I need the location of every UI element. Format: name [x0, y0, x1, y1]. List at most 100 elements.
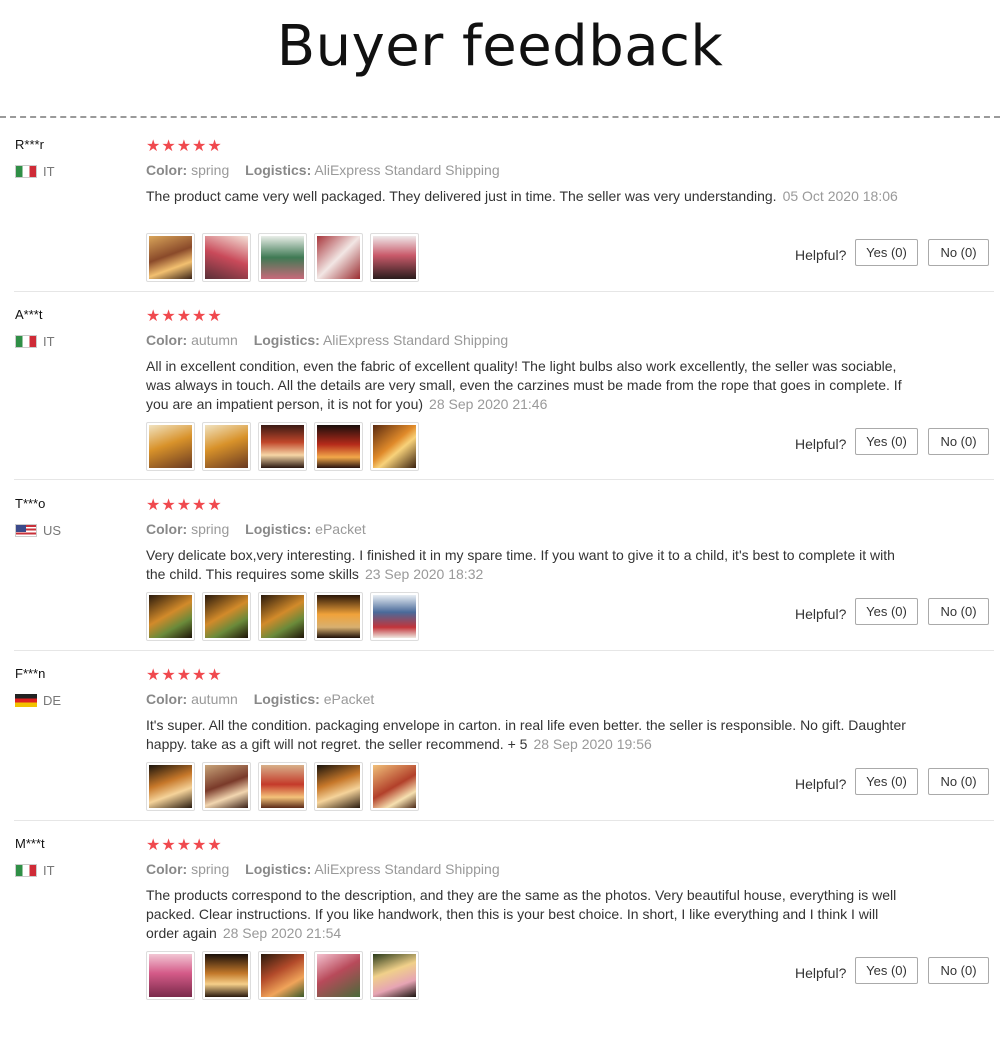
review-text: Very delicate box,very interesting. I fi…: [146, 546, 906, 584]
color-value: autumn: [191, 691, 238, 707]
review-photo[interactable]: [146, 951, 195, 1000]
review-properties: Color: spring Logistics: AliExpress Stan…: [146, 861, 500, 877]
review-photo[interactable]: [146, 233, 195, 282]
page-title: Buyer feedback: [276, 14, 724, 79]
star-rating: ★★★★★: [146, 497, 223, 514]
review-text: It's super. All the condition. packaging…: [146, 716, 906, 754]
photo-list: [146, 951, 419, 1000]
helpful-yes-button[interactable]: Yes (0): [855, 598, 918, 625]
logistics-label: Logistics:: [245, 861, 312, 877]
review-item: M***t IT ★★★★★ Color: spring Logistics: …: [0, 836, 1000, 1011]
review-date: 05 Oct 2020 18:06: [782, 188, 898, 204]
review-date: 23 Sep 2020 18:32: [364, 566, 484, 582]
review-date: 28 Sep 2020 21:54: [222, 925, 342, 941]
reviewer-country: IT: [15, 164, 55, 179]
logistics-label: Logistics:: [253, 332, 320, 348]
review-body: The product came very well packaged. The…: [146, 188, 777, 204]
review-item: A***t IT ★★★★★ Color: autumn Logistics: …: [0, 307, 1000, 480]
review-properties: Color: autumn Logistics: AliExpress Stan…: [146, 332, 508, 348]
logistics-value: ePacket: [323, 691, 375, 707]
logistics-label: Logistics:: [253, 691, 320, 707]
helpful-no-button[interactable]: No (0): [928, 598, 989, 625]
review-photo[interactable]: [370, 422, 419, 471]
helpful-label: Helpful?: [795, 606, 847, 622]
color-value: spring: [191, 521, 230, 537]
germany-flag-icon: [15, 694, 37, 707]
color-value: spring: [191, 861, 230, 877]
review-photo[interactable]: [314, 762, 363, 811]
photo-list: [146, 233, 419, 282]
review-date: 28 Sep 2020 21:46: [429, 396, 548, 412]
color-label: Color:: [146, 691, 188, 707]
review-photo[interactable]: [314, 233, 363, 282]
review-text: The products correspond to the descripti…: [146, 886, 906, 943]
review-properties: Color: spring Logistics: ePacket: [146, 521, 366, 537]
review-photo[interactable]: [258, 951, 307, 1000]
reviewer-name: A***t: [15, 307, 43, 322]
reviewer-name: M***t: [15, 836, 45, 851]
helpful-yes-button[interactable]: Yes (0): [855, 768, 918, 795]
helpful-yes-button[interactable]: Yes (0): [855, 957, 918, 984]
review-item: T***o US ★★★★★ Color: spring Logistics: …: [0, 496, 1000, 651]
reviewer-name: R***r: [15, 137, 44, 152]
review-photo[interactable]: [146, 762, 195, 811]
color-label: Color:: [146, 162, 188, 178]
italy-flag-icon: [15, 165, 37, 178]
helpful-yes-button[interactable]: Yes (0): [855, 428, 918, 455]
country-code: DE: [43, 693, 62, 708]
review-body: Very delicate box,very interesting. I fi…: [146, 547, 895, 582]
helpful-label: Helpful?: [795, 247, 847, 263]
helpful-no-button[interactable]: No (0): [928, 239, 989, 266]
review-properties: Color: spring Logistics: AliExpress Stan…: [146, 162, 500, 178]
color-label: Color:: [146, 521, 188, 537]
reviewer-country: IT: [15, 334, 55, 349]
helpful-no-button[interactable]: No (0): [928, 428, 989, 455]
color-label: Color:: [146, 332, 188, 348]
review-photo[interactable]: [146, 592, 195, 641]
review-photo[interactable]: [370, 762, 419, 811]
logistics-value: AliExpress Standard Shipping: [314, 162, 500, 178]
review-photo[interactable]: [202, 422, 251, 471]
review-separator: [14, 650, 994, 651]
reviewer-country: US: [15, 523, 61, 538]
helpful-no-button[interactable]: No (0): [928, 957, 989, 984]
review-photo[interactable]: [370, 951, 419, 1000]
review-photo[interactable]: [314, 592, 363, 641]
logistics-label: Logistics:: [245, 162, 312, 178]
country-code: IT: [43, 334, 55, 349]
review-separator: [14, 291, 994, 292]
review-photo[interactable]: [370, 233, 419, 282]
review-photo[interactable]: [202, 233, 251, 282]
star-rating: ★★★★★: [146, 138, 223, 155]
helpful-label: Helpful?: [795, 436, 847, 452]
review-body: It's super. All the condition. packaging…: [146, 717, 906, 752]
logistics-value: ePacket: [315, 521, 366, 537]
review-photo[interactable]: [202, 762, 251, 811]
review-photo[interactable]: [258, 233, 307, 282]
review-photo[interactable]: [314, 951, 363, 1000]
review-date: 28 Sep 2020 19:56: [533, 736, 652, 752]
color-value: spring: [191, 162, 230, 178]
star-rating: ★★★★★: [146, 837, 223, 854]
review-separator: [14, 479, 994, 480]
color-value: autumn: [191, 332, 238, 348]
helpful-label: Helpful?: [795, 776, 847, 792]
country-code: IT: [43, 863, 55, 878]
review-photo[interactable]: [146, 422, 195, 471]
helpful-yes-button[interactable]: Yes (0): [855, 239, 918, 266]
country-code: IT: [43, 164, 55, 179]
helpful-no-button[interactable]: No (0): [928, 768, 989, 795]
review-photo[interactable]: [258, 592, 307, 641]
review-text: All in excellent condition, even the fab…: [146, 357, 906, 414]
photo-list: [146, 422, 419, 471]
review-text: The product came very well packaged. The…: [146, 187, 906, 206]
review-photo[interactable]: [370, 592, 419, 641]
review-photo[interactable]: [202, 592, 251, 641]
review-photo[interactable]: [202, 951, 251, 1000]
review-item: R***r IT ★★★★★ Color: spring Logistics: …: [0, 137, 1000, 292]
review-separator: [14, 820, 994, 821]
review-photo[interactable]: [258, 762, 307, 811]
review-photo[interactable]: [258, 422, 307, 471]
reviewer-country: DE: [15, 693, 61, 708]
review-photo[interactable]: [314, 422, 363, 471]
